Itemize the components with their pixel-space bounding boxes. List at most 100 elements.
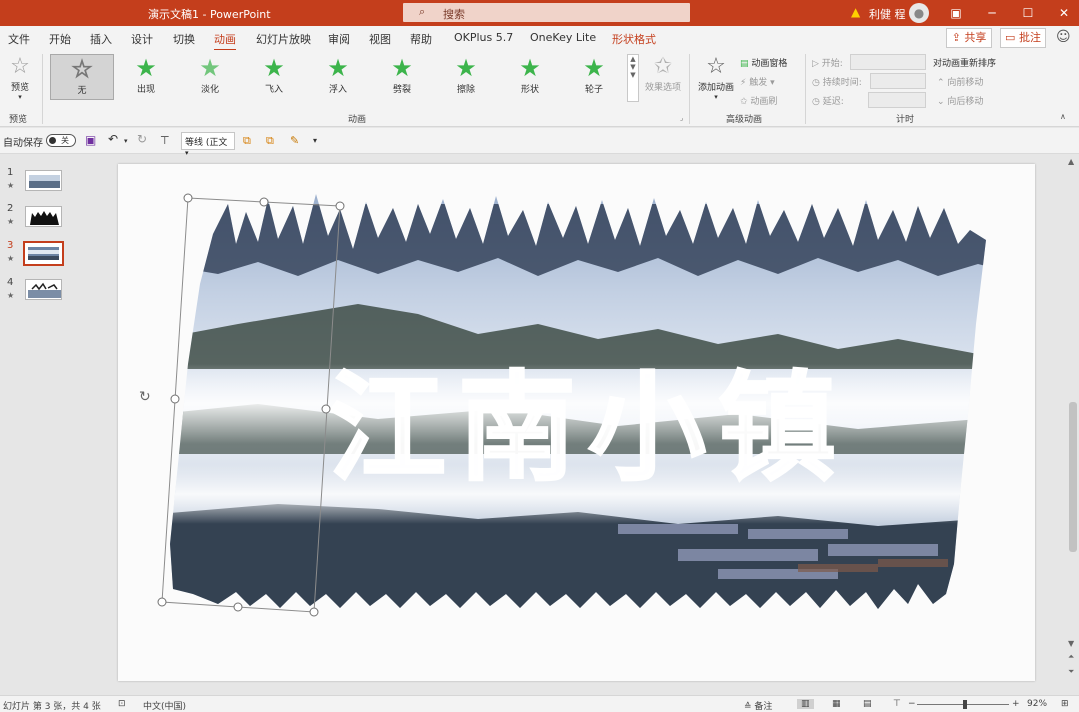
move-earlier-button[interactable]: ⌃ 向前移动 bbox=[937, 75, 983, 88]
delay-input[interactable] bbox=[868, 92, 926, 108]
search-box[interactable]: ⌕ 搜索 bbox=[403, 3, 690, 22]
slide-thumbnail-3[interactable] bbox=[23, 241, 64, 266]
reading-view-button[interactable]: ▤ bbox=[863, 699, 872, 709]
send-backward-icon[interactable]: ⧉ bbox=[266, 134, 274, 148]
scroll-down-icon[interactable]: ▼ bbox=[1068, 639, 1074, 648]
ribbon: ☆ 预览 ▾ 预览 ☆ 无 ★ 出现 ★ 淡化 ★ 飞入 ★ 浮入 ★ 劈裂 ★… bbox=[0, 50, 1079, 127]
zoom-level[interactable]: 92% bbox=[1027, 699, 1047, 709]
slide-thumbnail-4[interactable] bbox=[25, 279, 62, 300]
fit-slide-icon[interactable]: ⊞ bbox=[1061, 699, 1069, 709]
customize-qat-icon[interactable]: ▾ bbox=[313, 136, 317, 145]
avatar[interactable]: ● bbox=[909, 3, 929, 23]
zoom-out-button[interactable]: − bbox=[908, 699, 916, 709]
animation-wheel[interactable]: ★ 轮子 bbox=[562, 54, 626, 100]
bring-forward-icon[interactable]: ⧉ bbox=[243, 134, 251, 148]
move-later-button[interactable]: ⌄ 向后移动 bbox=[937, 94, 983, 107]
share-label: 共享 bbox=[964, 31, 987, 44]
animation-float-in[interactable]: ★ 浮入 bbox=[306, 54, 370, 100]
accessibility-icon[interactable]: ⊡ bbox=[118, 699, 126, 709]
tab-view[interactable]: 视图 bbox=[369, 31, 391, 47]
start-select[interactable] bbox=[850, 54, 926, 70]
comments-button[interactable]: ▭ 批注 bbox=[1000, 28, 1046, 48]
animation-star-icon: ★ bbox=[7, 291, 15, 300]
slide-thumbnail-1[interactable] bbox=[25, 170, 62, 191]
zoom-in-button[interactable]: + bbox=[1012, 699, 1020, 709]
tab-home[interactable]: 开始 bbox=[49, 31, 71, 47]
effect-options-label: 效果选项 bbox=[644, 83, 681, 93]
tab-transitions[interactable]: 切换 bbox=[173, 31, 195, 47]
vertical-scrollbar[interactable]: ▲ ▼ ⏶ ⏷ bbox=[1067, 155, 1079, 695]
gallery-more-icon[interactable]: ▼ bbox=[628, 71, 638, 79]
animation-fade[interactable]: ★ 淡化 bbox=[178, 54, 242, 100]
chevron-down-icon[interactable]: ▾ bbox=[124, 137, 128, 145]
thumbnail-image bbox=[29, 175, 60, 188]
language[interactable]: 中文(中国) bbox=[143, 699, 186, 712]
zoom-slider-knob[interactable] bbox=[963, 700, 967, 709]
tab-animations[interactable]: 动画 bbox=[214, 31, 236, 51]
tab-file[interactable]: 文件 bbox=[8, 31, 30, 47]
slideshow-button[interactable]: ⊤ bbox=[893, 699, 901, 709]
animation-shape[interactable]: ★ 形状 bbox=[498, 54, 562, 100]
tab-design[interactable]: 设计 bbox=[131, 31, 153, 47]
animation-appear[interactable]: ★ 出现 bbox=[114, 54, 178, 100]
trigger-button[interactable]: ⚡ 触发 ▾ bbox=[740, 75, 775, 88]
scroll-up-icon[interactable]: ▲ bbox=[1068, 157, 1074, 166]
slide-info: 幻灯片 第 3 张，共 4 张 bbox=[3, 702, 101, 712]
star-outline-icon: ☆ bbox=[71, 55, 94, 84]
animation-fly-in[interactable]: ★ 飞入 bbox=[242, 54, 306, 100]
rotate-handle-icon[interactable]: ↻ bbox=[139, 389, 151, 405]
prev-slide-icon[interactable]: ⏶ bbox=[1068, 652, 1074, 662]
autosave-toggle[interactable]: 关 bbox=[46, 134, 76, 147]
start-label: ▷ 开始: bbox=[812, 56, 843, 69]
tab-review[interactable]: 审阅 bbox=[328, 31, 350, 47]
user-name[interactable]: 利健 程 bbox=[869, 6, 906, 22]
redo-icon[interactable]: ↻ bbox=[137, 132, 147, 146]
animation-split[interactable]: ★ 劈裂 bbox=[370, 54, 434, 100]
slide-canvas[interactable]: 江南小镇 bbox=[118, 164, 1035, 681]
tab-help[interactable]: 帮助 bbox=[410, 31, 432, 47]
effect-options-button[interactable]: ✩ 效果选项 bbox=[643, 54, 683, 93]
slide-sorter-button[interactable]: ▦ bbox=[832, 699, 841, 709]
star-icon: ★ bbox=[391, 54, 413, 82]
animation-pane-button[interactable]: ▤ 动画窗格 bbox=[740, 56, 787, 69]
slide-title-text[interactable]: 江南小镇 bbox=[327, 357, 848, 498]
feedback-icon[interactable]: ☺ bbox=[1056, 29, 1071, 45]
animation-none[interactable]: ☆ 无 bbox=[50, 54, 114, 100]
tab-shape-format[interactable]: 形状格式 bbox=[612, 31, 656, 47]
font-value: 等线 (正文 bbox=[185, 138, 228, 148]
collapse-ribbon-icon[interactable]: ∧ bbox=[1060, 112, 1066, 121]
presentation-icon[interactable]: ⊤ bbox=[160, 134, 170, 147]
warning-icon[interactable]: ▲ bbox=[851, 5, 860, 19]
scroll-thumb[interactable] bbox=[1069, 402, 1077, 552]
minimize-icon[interactable]: ─ bbox=[974, 0, 1010, 26]
preview-button[interactable]: ☆ 预览 ▾ bbox=[5, 54, 35, 101]
save-icon[interactable]: ▣ bbox=[85, 133, 96, 147]
clock-icon: ◷ bbox=[812, 78, 820, 88]
maximize-icon[interactable]: ☐ bbox=[1010, 0, 1046, 26]
tab-insert[interactable]: 插入 bbox=[90, 31, 112, 47]
format-painter-icon[interactable]: ✎ bbox=[290, 134, 299, 147]
group-divider bbox=[805, 54, 806, 124]
normal-view-button[interactable]: ▥ bbox=[797, 699, 814, 709]
next-slide-icon[interactable]: ⏷ bbox=[1068, 667, 1074, 677]
tab-slideshow[interactable]: 幻灯片放映 bbox=[256, 31, 311, 47]
close-icon[interactable]: ✕ bbox=[1046, 0, 1079, 26]
animation-wipe[interactable]: ★ 擦除 bbox=[434, 54, 498, 100]
font-select[interactable]: 等线 (正文 ▾ bbox=[181, 132, 235, 157]
scroll-up-icon[interactable]: ▲ bbox=[628, 55, 638, 63]
undo-icon[interactable]: ↶ bbox=[108, 132, 118, 146]
autosave-label: 自动保存 bbox=[3, 138, 43, 149]
duration-input[interactable] bbox=[870, 73, 926, 89]
animation-painter-label: 动画刷 bbox=[750, 97, 778, 107]
ribbon-display-icon[interactable]: ▣ bbox=[938, 0, 974, 26]
share-button[interactable]: ⇪ 共享 bbox=[946, 28, 992, 48]
add-animation-button[interactable]: ☆ 添加动画 ▾ bbox=[695, 54, 737, 101]
dialog-launcher-icon[interactable]: ⌟ bbox=[680, 114, 683, 122]
notes-button[interactable]: ≙ 备注 bbox=[744, 699, 772, 712]
scroll-down-icon[interactable]: ▼ bbox=[628, 63, 638, 71]
gallery-scroll[interactable]: ▲ ▼ ▼ bbox=[627, 54, 639, 102]
tab-okplus[interactable]: OKPlus 5.7 bbox=[454, 31, 513, 44]
animation-painter-button[interactable]: ✩ 动画刷 bbox=[740, 94, 777, 107]
slide-thumbnail-2[interactable] bbox=[25, 206, 62, 227]
tab-onekey[interactable]: OneKey Lite bbox=[530, 31, 596, 44]
